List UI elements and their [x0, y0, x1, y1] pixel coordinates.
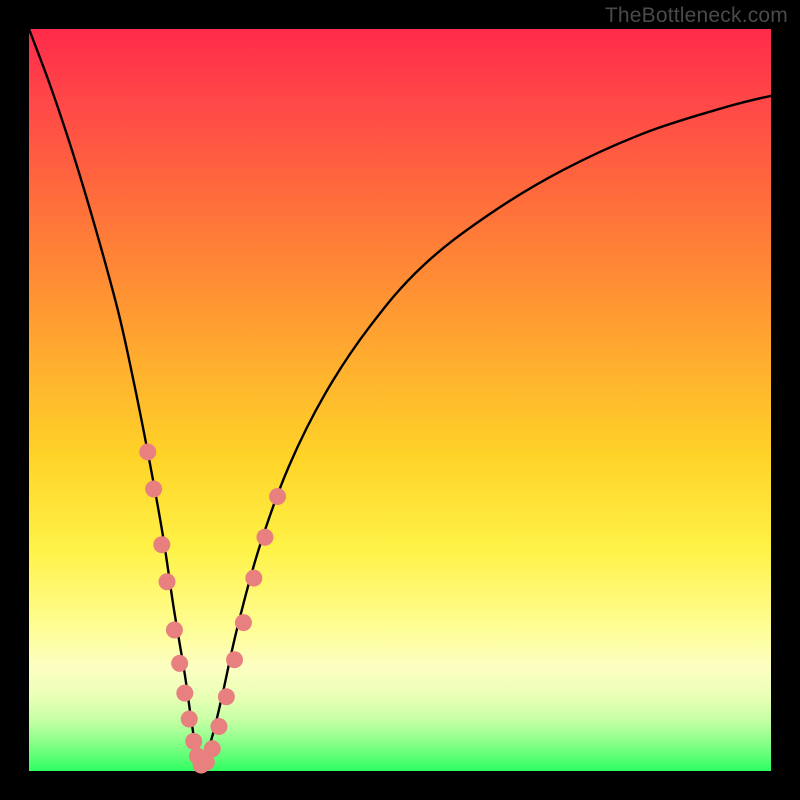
data-marker — [171, 655, 188, 672]
data-marker — [226, 651, 243, 668]
data-marker — [269, 488, 286, 505]
data-marker — [139, 443, 156, 460]
data-marker — [218, 688, 235, 705]
watermark-text: TheBottleneck.com — [605, 4, 788, 28]
data-marker — [145, 481, 162, 498]
data-marker — [153, 536, 170, 553]
data-marker — [176, 685, 193, 702]
data-marker — [185, 733, 202, 750]
data-marker — [159, 573, 176, 590]
marker-group — [139, 443, 286, 773]
chart-overlay — [29, 29, 771, 771]
data-marker — [256, 529, 273, 546]
data-marker — [235, 614, 252, 631]
bottleneck-curve — [29, 29, 771, 768]
data-marker — [166, 622, 183, 639]
chart-frame: TheBottleneck.com — [0, 0, 800, 800]
data-marker — [245, 570, 262, 587]
data-marker — [181, 711, 198, 728]
curve-path — [29, 29, 771, 768]
data-marker — [210, 718, 227, 735]
data-marker — [204, 740, 221, 757]
